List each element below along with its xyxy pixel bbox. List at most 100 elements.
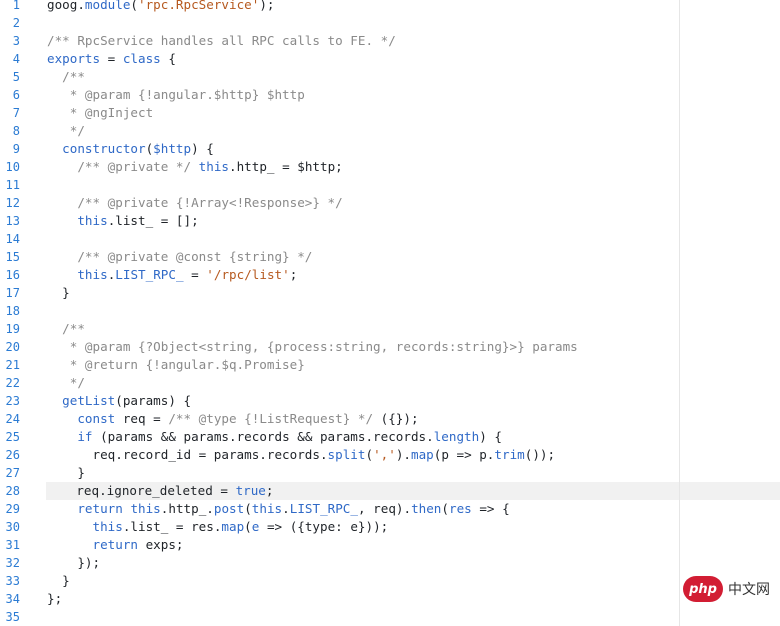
code-keyword: class [122,51,161,66]
code-line[interactable]: /** RpcService handles all RPC calls to … [47,32,780,50]
code-line[interactable]: * @param {!angular.$http} $http [47,86,780,104]
code-text: (params) { [115,393,192,408]
code-line[interactable]: /** [47,320,780,338]
code-keyword: split [327,447,366,462]
code-editor[interactable]: 1 2 3 4 5 6 7 8 9 10 11 12 13 14 15 16 17 18 19 20 21 22 23 24 2… [0,0,780,626]
line-number: 18 [5,304,20,318]
code-text: ( [365,447,374,462]
code-line[interactable] [47,302,780,320]
code-text: }; [47,591,63,606]
code-keyword: this [251,501,283,516]
code-keyword: return [77,501,123,516]
watermark-text: 中文网 [728,582,770,598]
line-number: 28 [5,484,20,498]
code-comment: /** @type {!ListRequest} */ [168,411,374,426]
code-keyword: LIST_RPC_ [115,267,184,282]
line-number: 9 [12,142,20,156]
code-keyword: getList [62,393,116,408]
code-comment: * @ngInject [47,105,154,120]
line-number: 7 [12,106,20,120]
code-line[interactable]: constructor($http) { [47,140,780,158]
code-text: .list_ = []; [107,213,199,228]
code-line[interactable]: req.record_id = params.records.split(','… [47,446,780,464]
line-number: 34 [5,592,20,606]
code-text: goog. [47,0,85,12]
line-number: 20 [5,340,20,354]
code-keyword: post [213,501,245,516]
code-line[interactable]: * @return {!angular.$q.Promise} [47,356,780,374]
code-line[interactable]: } [47,464,780,482]
code-keyword: this [198,159,230,174]
code-line[interactable]: /** @private {!Array<!Response>} */ [47,194,780,212]
code-line[interactable]: * @param {?Object<string, {process:strin… [47,338,780,356]
code-text: } [47,573,70,588]
php-logo-icon: php [683,576,723,602]
code-line[interactable]: this.list_ = res.map(e => ({type: e})); [47,518,780,536]
code-keyword: return [92,537,139,552]
line-number: 22 [5,376,20,390]
code-line[interactable]: return this.http_.post(this.LIST_RPC_, r… [47,500,780,518]
code-text: ( [244,519,252,534]
code-line[interactable]: }); [47,554,780,572]
line-number: 19 [5,322,20,336]
code-line[interactable]: /** @private */ this.http_ = $http; [47,158,780,176]
code-line[interactable] [47,14,780,32]
line-number: 5 [12,70,20,84]
code-comment: /** [47,321,85,336]
line-number: 12 [5,196,20,210]
code-keyword: true [235,483,266,498]
code-line[interactable]: this.LIST_RPC_ = '/rpc/list'; [47,266,780,284]
code-keyword: res [449,501,472,516]
code-text: ()); [524,447,556,462]
line-number: 27 [5,466,20,480]
code-line[interactable] [47,176,780,194]
code-line[interactable]: goog.module('rpc.RpcService'); [47,0,780,14]
code-line[interactable]: } [47,284,780,302]
code-line[interactable]: * @ngInject [47,104,780,122]
code-text: .list_ = res. [122,519,222,534]
code-line[interactable]: */ [47,374,780,392]
code-keyword: this [77,213,108,228]
line-number: 15 [5,250,20,264]
code-line[interactable]: /** @private @const {string} */ [47,248,780,266]
code-line[interactable]: exports = class { [47,50,780,68]
current-code-line[interactable]: req.ignore_deleted = true; [46,482,780,500]
code-line[interactable]: const req = /** @type {!ListRequest} */ … [47,410,780,428]
code-line[interactable]: /** [47,68,780,86]
code-text: = [100,51,123,66]
code-comment: * @return {!angular.$q.Promise} [47,357,305,372]
code-text: ); [259,0,275,12]
code-keyword: map [410,447,434,462]
code-comment: * @param {!angular.$http} $http [47,87,305,102]
code-line[interactable]: this.list_ = []; [47,212,780,230]
line-number: 33 [5,574,20,588]
code-line[interactable] [47,608,780,626]
line-number: 16 [5,268,20,282]
code-text: req = [115,411,169,426]
code-line[interactable] [47,230,780,248]
code-text: , req). [357,501,412,516]
code-text: req.ignore_deleted = [46,483,236,498]
line-number: 14 [5,232,20,246]
code-area[interactable]: goog.module('rpc.RpcService'); /** RpcSer… [46,0,780,626]
code-line[interactable]: }; [47,590,780,608]
code-line[interactable]: } [47,572,780,590]
code-line[interactable]: return exps; [47,536,780,554]
code-keyword: const [77,411,116,426]
code-line[interactable]: getList(params) { [47,392,780,410]
line-number: 29 [5,502,20,516]
code-comment: /** [47,69,85,84]
line-number-gutter: 1 2 3 4 5 6 7 8 9 10 11 12 13 14 15 16 17 18 19 20 21 22 23 24 2… [0,0,30,626]
code-keyword: exports [47,51,101,66]
code-keyword: this [130,501,161,516]
code-keyword: LIST_RPC_ [289,501,358,516]
line-number: 24 [5,412,20,426]
code-line[interactable]: if (params && params.records && params.r… [47,428,780,446]
code-line[interactable]: */ [47,122,780,140]
line-number: 35 [5,610,20,624]
